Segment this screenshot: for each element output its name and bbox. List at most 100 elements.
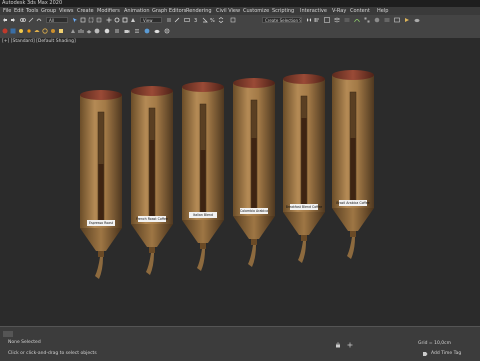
window-crossing-icon[interactable]	[96, 17, 102, 23]
select-object-icon[interactable]	[72, 17, 78, 23]
toggle-scene-explorer-icon[interactable]	[324, 17, 330, 23]
coffee-beans	[98, 164, 104, 222]
menu-views[interactable]: Views	[59, 7, 73, 15]
rect-selection-icon[interactable]	[88, 17, 94, 23]
prompt-line: Click or click-and-drag to select object…	[8, 351, 97, 356]
menu-tools[interactable]: Tools	[26, 7, 38, 15]
vray-ambient-light-icon[interactable]	[50, 28, 56, 34]
vray-cloud-icon[interactable]	[154, 28, 160, 34]
redo-icon[interactable]	[10, 17, 16, 23]
menu-rendering[interactable]: Rendering	[186, 7, 212, 15]
rotate-icon[interactable]	[114, 17, 120, 23]
vray-light-icon[interactable]	[18, 28, 24, 34]
spout	[197, 249, 205, 271]
coffee-beans	[200, 150, 206, 217]
bind-spacewarp-icon[interactable]	[36, 17, 42, 23]
app-title: Autodesk 3ds Max 2020	[2, 0, 63, 6]
align-icon[interactable]	[314, 17, 320, 23]
graphite-ribbon-icon[interactable]	[344, 17, 350, 23]
render-cloud-icon[interactable]	[414, 17, 420, 23]
vray-ies-light-icon[interactable]	[42, 28, 48, 34]
percent-snap-icon[interactable]: %	[210, 17, 216, 23]
curve-editor-icon[interactable]	[354, 17, 360, 23]
named-selection-icon[interactable]	[230, 17, 236, 23]
angle-snap-icon[interactable]	[202, 17, 208, 23]
schematic-view-icon[interactable]	[364, 17, 370, 23]
menu-edit[interactable]: Edit	[14, 7, 24, 15]
vray-frame-buffer-icon[interactable]	[10, 28, 16, 34]
hopper-cone	[131, 224, 173, 247]
coffee-beans	[350, 138, 356, 206]
menu-help[interactable]: Help	[377, 7, 388, 15]
dispenser[interactable]: French Roast Coffee	[131, 86, 173, 275]
vray-settings-icon[interactable]	[164, 28, 170, 34]
spout-collar	[200, 243, 206, 249]
svg-text:3: 3	[194, 18, 197, 23]
vray-material-icon[interactable]	[104, 28, 110, 34]
dispenser[interactable]: Colombia Arabica	[233, 78, 275, 267]
secondary-toolbar	[0, 25, 480, 39]
dispenser[interactable]: Brazil Arabica Coffee	[332, 70, 374, 259]
snap-3d-icon[interactable]: 3	[194, 17, 200, 23]
menu-civil-view[interactable]: Civil View	[216, 7, 240, 15]
menu-customize[interactable]: Customize	[243, 7, 269, 15]
layer-explorer-icon[interactable]	[334, 17, 340, 23]
time-tag-icon[interactable]	[422, 351, 428, 357]
vray-sphere-icon[interactable]	[94, 28, 100, 34]
select-by-name-icon[interactable]	[80, 17, 86, 23]
menu-create[interactable]: Create	[77, 7, 94, 15]
absolute-mode-icon[interactable]	[347, 342, 353, 348]
menu-scripting[interactable]: Scripting	[272, 7, 294, 15]
scale-icon[interactable]	[122, 17, 128, 23]
dispenser-label: Breakfast Blend Coffee	[286, 205, 323, 209]
dispenser[interactable]: Italian Blend	[182, 82, 224, 271]
material-editor-icon[interactable]	[374, 17, 380, 23]
pivot-center-icon[interactable]	[166, 17, 172, 23]
dispenser[interactable]: Espresso Roast	[80, 90, 122, 279]
vray-dome-light-icon[interactable]	[34, 28, 40, 34]
render-setup-icon[interactable]	[384, 17, 390, 23]
viewport-label[interactable]: [+] [Standard] [Default Shading]	[2, 38, 76, 46]
dispenser[interactable]: Breakfast Blend Coffee	[283, 74, 325, 263]
lock-selection-icon[interactable]	[335, 342, 341, 348]
move-icon[interactable]	[106, 17, 112, 23]
tube-cap	[233, 78, 275, 88]
spinner-snap-icon[interactable]	[218, 17, 224, 23]
place-icon[interactable]	[130, 17, 136, 23]
vray-camera-icon[interactable]	[124, 28, 130, 34]
keyboard-shortcut-icon[interactable]	[184, 17, 190, 23]
vray-proxy-icon[interactable]	[70, 28, 76, 34]
add-time-tag[interactable]: Add Time Tag	[431, 351, 461, 356]
menu-modifiers[interactable]: Modifiers	[97, 7, 120, 15]
menu-graph-editors[interactable]: Graph Editors	[152, 7, 186, 15]
menu-vray[interactable]: V-Ray	[332, 7, 346, 15]
named-selection-dropdown[interactable]: Create Selection Se	[262, 17, 302, 23]
menu-group[interactable]: Group	[41, 7, 56, 15]
perspective-viewport[interactable]: Espresso Roast French Roast Coffee Italian…	[0, 46, 480, 314]
vray-render-icon[interactable]	[2, 28, 8, 34]
vray-plane-icon[interactable]	[86, 28, 92, 34]
undo-icon[interactable]	[2, 17, 8, 23]
menu-file[interactable]: File	[3, 7, 11, 15]
hopper-cone	[332, 208, 374, 231]
vray-lister-icon[interactable]	[134, 28, 140, 34]
select-manipulate-icon[interactable]	[174, 17, 180, 23]
render-production-icon[interactable]	[404, 17, 410, 23]
spout-collar	[149, 247, 155, 253]
menu-interactive[interactable]: Interactive	[300, 7, 327, 15]
selection-filter-dropdown[interactable]: All	[46, 17, 68, 23]
reference-coord-dropdown[interactable]: View	[140, 17, 162, 23]
vray-mesh-light-icon[interactable]	[58, 28, 64, 34]
menu-animation[interactable]: Animation	[124, 7, 150, 15]
spout-collar	[251, 239, 257, 245]
mirror-icon[interactable]	[306, 17, 312, 23]
unlink-icon[interactable]	[28, 17, 34, 23]
menu-content[interactable]: Content	[350, 7, 370, 15]
vray-scene-converter-icon[interactable]	[114, 28, 120, 34]
maxscript-listener-icon[interactable]	[3, 331, 13, 337]
vray-fur-icon[interactable]	[78, 28, 84, 34]
link-icon[interactable]	[20, 17, 26, 23]
vray-sun-icon[interactable]	[26, 28, 32, 34]
vray-vision-icon[interactable]	[144, 28, 150, 34]
rendered-frame-window-icon[interactable]	[394, 17, 400, 23]
